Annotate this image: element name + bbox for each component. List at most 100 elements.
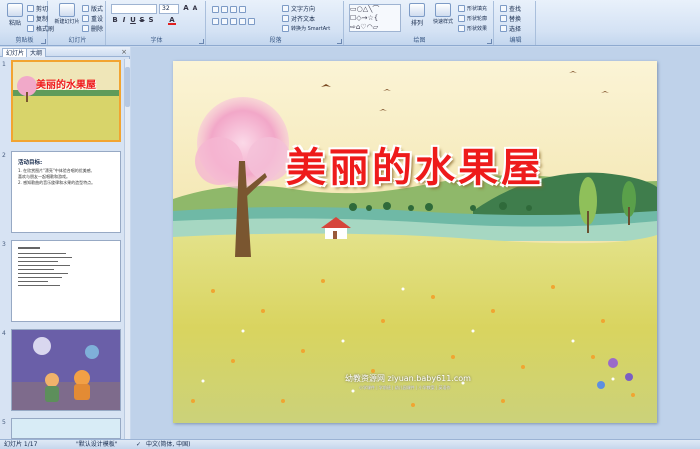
pane-scrollbar[interactable]: [124, 59, 130, 439]
font-color-button[interactable]: A: [168, 16, 176, 25]
bullets-button[interactable]: [212, 4, 246, 14]
replace-button[interactable]: 替换: [500, 13, 521, 23]
scrollbar-thumb[interactable]: [125, 67, 130, 107]
reset-icon: [82, 14, 89, 22]
text-direction-button[interactable]: 文字方向: [282, 3, 315, 13]
arrange-button[interactable]: 排列: [406, 3, 428, 33]
effects-icon: [458, 24, 465, 32]
shape-outline-button[interactable]: 形状轮廓: [458, 13, 487, 23]
paste-button[interactable]: 粘贴: [4, 3, 26, 33]
select-button[interactable]: 选择: [500, 23, 521, 33]
cut-button[interactable]: 剪切: [27, 3, 48, 13]
slide-number: 4: [2, 330, 6, 337]
status-bar: 幻灯片 1/17 "默认设计模板" ✓ 中文(简体, 中国): [0, 439, 700, 449]
slide-count: 幻灯片 1/17: [4, 441, 38, 448]
dialog-launcher-icon[interactable]: [41, 39, 46, 44]
group-label: 绘图: [413, 37, 426, 44]
slide-thumbnail-3[interactable]: [11, 240, 121, 322]
theme-name: "默认设计模板": [76, 441, 118, 448]
dialog-launcher-icon[interactable]: [199, 39, 204, 44]
align-buttons[interactable]: [212, 16, 255, 26]
slide-number: 5: [2, 419, 6, 426]
font-size-combo[interactable]: 32: [159, 4, 179, 14]
close-icon[interactable]: ×: [121, 48, 127, 56]
smartart-button[interactable]: 转换为 SmartArt: [282, 23, 330, 33]
slide-thumbnail-2[interactable]: 活动目标: 1. 在欣赏图片"漂亮"中体验合唱的优美感, 喜欢与朋友一起唱歌和游…: [11, 151, 121, 233]
shrink-font-button[interactable]: A: [191, 4, 199, 13]
slides-group: 新建幻灯片 版式 重设 删除 幻灯片: [50, 1, 106, 45]
align-text-button[interactable]: 对齐文本: [282, 13, 315, 23]
tab-outline[interactable]: 大纲: [26, 48, 47, 57]
check-icon: ✓: [136, 441, 142, 448]
text-placeholder-line: [18, 277, 62, 278]
drawing-group: ▭○△╲⌒ ☐◇→☆{⇨⌂♡◠▱ 排列 快速样式 形状填充 形状轮廓 形状效果 绘…: [346, 1, 494, 45]
underline-button[interactable]: U: [129, 16, 137, 25]
quick-styles-button[interactable]: 快速样式: [430, 3, 456, 33]
fill-icon: [458, 4, 465, 12]
text-placeholder-line: [18, 253, 66, 254]
tab-slides[interactable]: 幻灯片: [2, 48, 29, 57]
shape-fill-button[interactable]: 形状填充: [458, 3, 487, 13]
slide-background-art: [173, 61, 657, 423]
bold-button[interactable]: B: [111, 16, 119, 25]
watermark-text: 幼教资源网 ziyuan.baby611.com: [345, 374, 471, 383]
slide-title[interactable]: 美丽的水果屋: [173, 135, 657, 193]
slide-thumbnail-4[interactable]: [11, 329, 121, 411]
pane-tabs: 幻灯片 大纲 ×: [0, 47, 130, 57]
delete-slide-button[interactable]: 删除: [82, 23, 103, 33]
align-text-icon: [282, 14, 289, 22]
outdent-icon: [239, 5, 246, 13]
group-label: 编辑: [509, 37, 522, 44]
slide-editing-area: 美丽的水果屋 幼教资源网 ziyuan.baby611.com 小学课件 | 学…: [131, 47, 700, 439]
group-label: 段落: [269, 37, 282, 44]
new-slide-icon: [59, 3, 75, 17]
shapes-gallery[interactable]: ▭○△╲⌒ ☐◇→☆{⇨⌂♡◠▱: [349, 4, 401, 32]
slide-thumbnail-5[interactable]: [11, 418, 121, 439]
text-placeholder-line: [18, 247, 40, 249]
dialog-launcher-icon[interactable]: [337, 39, 342, 44]
text-placeholder-line: [18, 265, 70, 266]
slide-number: 2: [2, 152, 6, 159]
outline-icon: [458, 14, 465, 22]
dialog-launcher-icon[interactable]: [487, 39, 492, 44]
new-slide-button[interactable]: 新建幻灯片: [54, 3, 80, 33]
text-placeholder-line: [18, 285, 60, 286]
current-slide[interactable]: 美丽的水果屋 幼教资源网 ziyuan.baby611.com 小学课件 | 学…: [173, 61, 657, 423]
italic-button[interactable]: I: [120, 16, 128, 25]
thumb1-title: 美丽的水果屋: [36, 80, 96, 91]
slide-number: 1: [2, 61, 6, 68]
text-placeholder-line: [18, 269, 54, 270]
text-placeholder-line: [18, 273, 68, 274]
shape-effects-button[interactable]: 形状效果: [458, 23, 487, 33]
font-group: 32 A A B I U S S A 字体: [108, 1, 206, 45]
scissors-icon: [27, 4, 34, 12]
shadow-button[interactable]: S: [147, 16, 155, 25]
watermark-subtext: 小学课件 | 学前班 | 幼儿园课件 | 小学教案 | 英语作: [359, 385, 451, 390]
slide-thumbnail-1[interactable]: 美丽的水果屋: [11, 60, 121, 142]
thumb2-line: 2. 感知歌曲的音乐旋律和水果的造型特点。: [18, 180, 96, 185]
thumb4-art: [12, 330, 120, 410]
slide-number: 3: [2, 241, 6, 248]
align-left-icon: [212, 17, 219, 25]
brush-icon: [27, 24, 34, 32]
group-label: 幻灯片: [68, 37, 87, 44]
slides-pane: 幻灯片 大纲 × 1 美丽的水果屋 2 活动目标: 1. 在欣赏图片"漂亮"中体…: [0, 47, 130, 439]
find-button[interactable]: 查找: [500, 3, 521, 13]
quick-styles-icon: [435, 3, 451, 17]
editing-group: 查找 替换 选择 编辑: [496, 1, 536, 45]
grow-font-button[interactable]: A: [182, 4, 190, 13]
numbering-icon: [221, 5, 228, 13]
language-status[interactable]: 中文(简体, 中国): [146, 440, 191, 449]
paste-icon: [7, 3, 23, 17]
copy-button[interactable]: 复制: [27, 13, 48, 23]
find-icon: [500, 4, 507, 12]
layout-button[interactable]: 版式: [82, 3, 103, 13]
text-placeholder-line: [18, 257, 72, 258]
reset-button[interactable]: 重设: [82, 13, 103, 23]
select-icon: [500, 24, 507, 32]
text-placeholder-line: [18, 261, 58, 262]
strikethrough-button[interactable]: S: [138, 16, 146, 25]
clipboard-group: 粘贴 剪切 复制 格式刷 剪贴板: [2, 1, 54, 45]
font-name-combo[interactable]: [111, 4, 157, 14]
copy-icon: [27, 14, 34, 22]
